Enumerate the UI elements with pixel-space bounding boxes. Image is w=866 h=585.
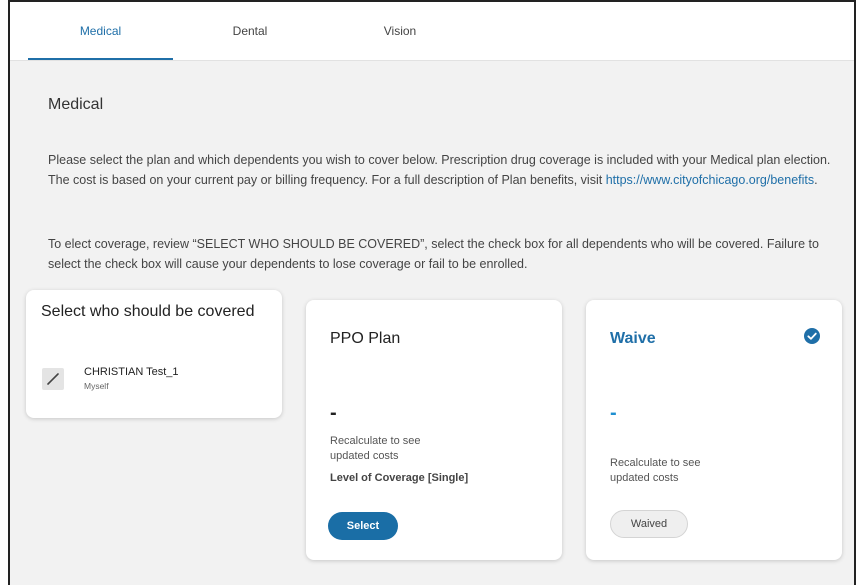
plan-name: Waive [610, 330, 656, 347]
dependent-checkbox[interactable] [42, 368, 64, 390]
select-covered-card: Select who should be covered CHRISTIAN T… [26, 290, 282, 418]
plan-cost: - [610, 402, 617, 424]
instructions-paragraph: Please select the plan and which depende… [48, 150, 848, 190]
tab-medical[interactable]: Medical [28, 2, 173, 60]
tab-dental[interactable]: Dental [200, 2, 300, 58]
check-circle-icon [804, 328, 820, 344]
waive-plan-card[interactable]: Waive - Recalculate to see updated costs… [586, 300, 842, 560]
ppo-plan-card[interactable]: PPO Plan - Recalculate to see updated co… [306, 300, 562, 560]
benefits-link[interactable]: https://www.cityofchicago.org/benefits [606, 173, 814, 187]
select-button[interactable]: Select [328, 512, 398, 540]
plan-cost: - [330, 402, 337, 424]
waived-button[interactable]: Waived [610, 510, 688, 538]
tab-vision[interactable]: Vision [350, 2, 450, 58]
plan-name: PPO Plan [330, 330, 401, 347]
select-covered-title: Select who should be covered [41, 303, 255, 320]
tab-bar: Medical Dental Vision [10, 2, 854, 61]
recalc-note: Recalculate to see updated costs [610, 457, 701, 484]
recalc-note: Recalculate to see updated costs [330, 435, 421, 462]
coverage-level: Level of Coverage [Single] [330, 472, 469, 484]
edit-slash-icon [47, 373, 59, 385]
coverage-instructions: To elect coverage, review “SELECT WHO SH… [48, 237, 819, 271]
benefits-panel: Medical Dental Vision Medical Please sel… [8, 0, 856, 585]
section-title: Medical [48, 96, 104, 113]
instructions-end: . [814, 173, 818, 187]
dependent-relation: Myself [84, 381, 109, 391]
dependent-name: CHRISTIAN Test_1 [84, 366, 179, 378]
